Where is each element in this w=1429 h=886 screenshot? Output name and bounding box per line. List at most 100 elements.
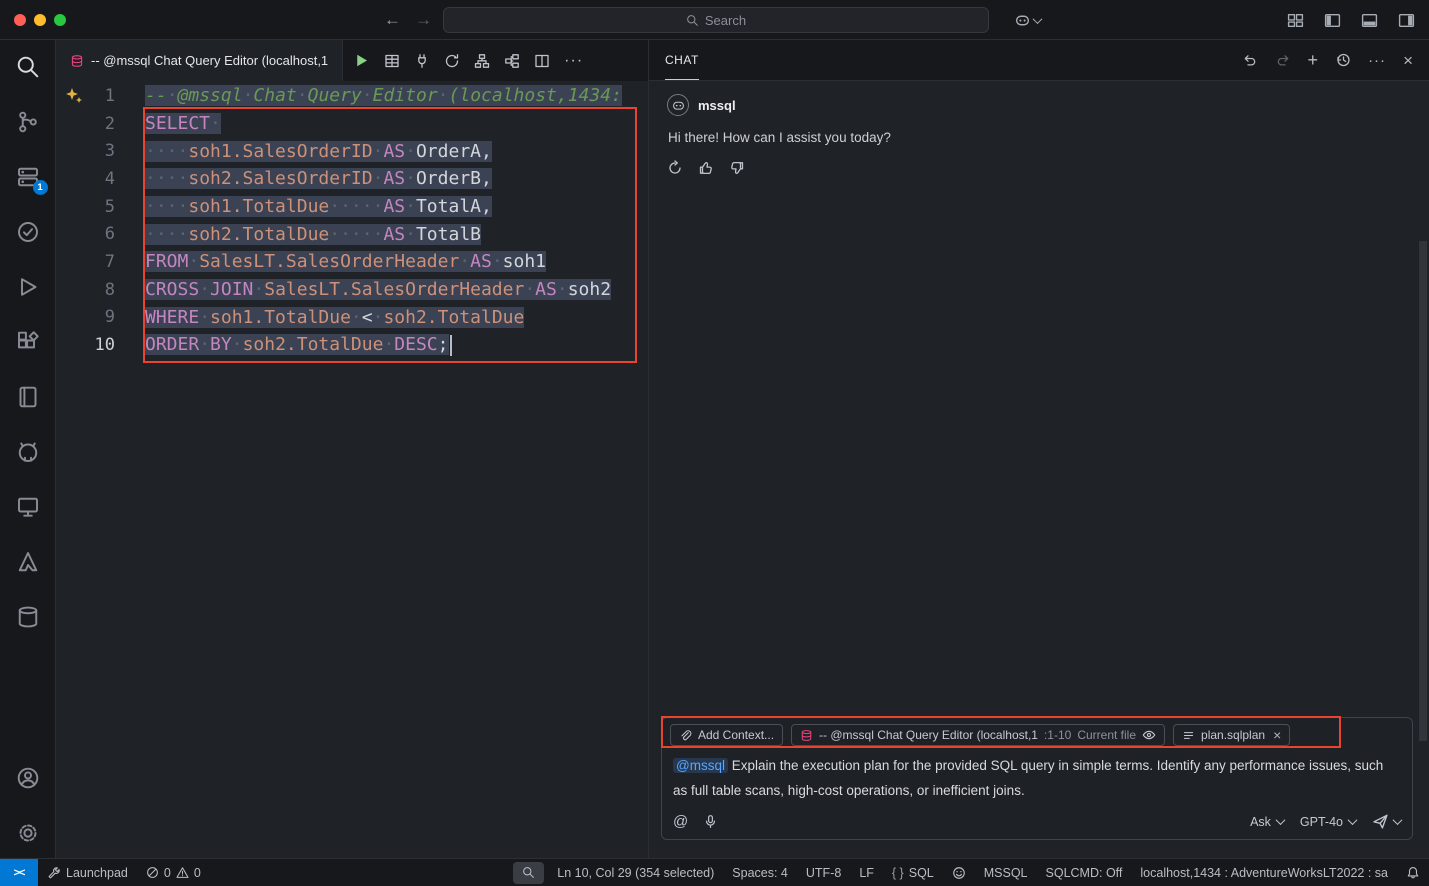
plan-file-chip[interactable]: plan.sqlplan × (1173, 724, 1290, 746)
notifications-bell-icon[interactable] (1397, 859, 1429, 886)
code-text: CROSS·JOIN·SalesLT.SalesOrderHeader·AS·s… (145, 279, 611, 300)
code-line[interactable]: 8CROSS·JOIN·SalesLT.SalesOrderHeader·AS·… (56, 276, 648, 304)
line-number: 2 (56, 114, 115, 134)
braces-icon: { } (892, 866, 904, 880)
toggle-panel-icon[interactable] (1361, 12, 1378, 29)
line-number: 10 (56, 335, 115, 355)
indentation-status-item[interactable]: Spaces: 4 (723, 859, 797, 886)
navigate-forward-icon[interactable]: → (415, 10, 432, 30)
problems-status-item[interactable]: 0 0 (137, 859, 210, 886)
split-editor-icon[interactable] (534, 53, 550, 69)
microphone-icon[interactable] (703, 814, 718, 829)
schema-designer-icon[interactable] (474, 53, 490, 69)
query-history-check-icon[interactable] (15, 219, 41, 245)
change-connection-icon[interactable] (444, 53, 460, 69)
code-line[interactable]: 1--·@mssql·Chat·Query·Editor·(localhost,… (56, 82, 648, 110)
chat-tab-bar: CHAT + ··· × (649, 40, 1429, 81)
eye-icon[interactable] (1142, 728, 1156, 742)
query-plan-icon[interactable] (504, 53, 520, 69)
more-actions-icon[interactable]: ··· (564, 52, 583, 70)
run-debug-icon[interactable] (15, 274, 41, 300)
regenerate-icon[interactable] (667, 160, 683, 176)
code-line[interactable]: 5····soh1.TotalDue·····AS·TotalA, (56, 193, 648, 221)
toggle-primary-sidebar-icon[interactable] (1324, 12, 1341, 29)
language-mode-status-item[interactable]: { } SQL (883, 859, 943, 886)
remove-attachment-icon[interactable]: × (1273, 727, 1281, 743)
copilot-icon (1014, 12, 1031, 29)
error-icon (146, 866, 159, 879)
search-sidebar-icon[interactable] (15, 54, 41, 80)
chat-scrollbar[interactable] (1419, 241, 1427, 741)
thumbs-down-icon[interactable] (729, 160, 745, 176)
code-line[interactable]: 9WHERE·soh1.TotalDue·<·soh2.TotalDue (56, 304, 648, 332)
code-editor[interactable]: 1--·@mssql·Chat·Query·Editor·(localhost,… (56, 81, 648, 858)
azure-icon[interactable] (15, 549, 41, 575)
maximize-window-button[interactable] (54, 14, 66, 26)
accounts-icon[interactable] (15, 765, 41, 791)
disconnect-plug-icon[interactable] (414, 53, 430, 69)
command-center-search[interactable]: Search (443, 7, 989, 33)
code-text: SELECT· (145, 113, 221, 134)
launchpad-status-item[interactable]: Launchpad (38, 859, 137, 886)
copilot-sparkle-icon[interactable] (64, 86, 84, 106)
thumbs-up-icon[interactable] (698, 160, 714, 176)
model-picker-dropdown[interactable]: GPT-4o (1300, 815, 1356, 829)
chat-history-icon[interactable] (1335, 52, 1351, 68)
context-file-note: Current file (1077, 728, 1136, 742)
encoding-status-item[interactable]: UTF-8 (797, 859, 850, 886)
code-line[interactable]: 3····soh1.SalesOrderID·AS·OrderA, (56, 137, 648, 165)
undo-icon[interactable] (1242, 52, 1258, 68)
eol-status-item[interactable]: LF (850, 859, 883, 886)
extensions-icon[interactable] (15, 329, 41, 355)
close-window-button[interactable] (14, 14, 26, 26)
database-connections-icon[interactable]: 1 (15, 164, 41, 190)
feedback-smiley-icon[interactable] (943, 859, 975, 886)
chat-input-textarea[interactable]: @mssql Explain the execution plan for th… (662, 750, 1412, 809)
code-line[interactable]: 2 SELECT· (56, 110, 648, 138)
chevron-down-icon (1033, 14, 1043, 24)
cursor-position-status-item[interactable]: Ln 10, Col 29 (354 selected) (548, 859, 723, 886)
code-text: ORDER·BY·soh2.TotalDue·DESC; (145, 334, 452, 356)
tab-chat[interactable]: CHAT (665, 40, 699, 80)
code-line[interactable]: 7FROM·SalesLT.SalesOrderHeader·AS·soh1 (56, 248, 648, 276)
code-line[interactable]: 10 ORDER·BY·soh2.TotalDue·DESC; (56, 331, 648, 359)
sqlcmd-status-item[interactable]: SQLCMD: Off (1037, 859, 1132, 886)
code-text: ····soh2.TotalDue·····AS·TotalB (145, 224, 481, 245)
customize-layout-icon[interactable] (1287, 12, 1304, 29)
chat-more-actions-icon[interactable]: ··· (1368, 52, 1386, 69)
mention-at-icon[interactable]: @ (673, 814, 688, 829)
title-bar: ← → Search (0, 0, 1429, 40)
context-file-range: :1-10 (1044, 728, 1071, 742)
remote-indicator[interactable]: >< (0, 859, 38, 886)
run-query-button[interactable] (353, 52, 370, 69)
minimize-window-button[interactable] (34, 14, 46, 26)
add-context-button[interactable]: Add Context... (670, 724, 783, 746)
copilot-menu-button[interactable] (1014, 0, 1041, 40)
github-icon[interactable] (15, 439, 41, 465)
send-button[interactable] (1372, 813, 1401, 830)
close-chat-icon[interactable]: × (1403, 52, 1413, 69)
code-line[interactable]: 4····soh2.SalesOrderID·AS·OrderB, (56, 165, 648, 193)
source-control-icon[interactable] (15, 109, 41, 135)
code-text: ····soh1.SalesOrderID·AS·OrderA, (145, 141, 492, 162)
mssql-status-item[interactable]: MSSQL (975, 859, 1037, 886)
toggle-secondary-sidebar-icon[interactable] (1398, 12, 1415, 29)
results-grid-icon[interactable] (384, 53, 400, 69)
remote-explorer-icon[interactable] (15, 494, 41, 520)
zoom-status-item[interactable] (513, 862, 544, 884)
settings-gear-icon[interactable] (15, 820, 41, 846)
notebook-icon[interactable] (15, 384, 41, 410)
editor-tab[interactable]: -- @mssql Chat Query Editor (localhost,1 (56, 40, 343, 81)
redo-icon[interactable] (1275, 52, 1291, 68)
message-text: Hi there! How can I assist you today? (668, 130, 1411, 145)
database-projects-icon[interactable] (15, 604, 41, 630)
chat-input-container[interactable]: Add Context... -- @mssql Chat Query Edit… (661, 717, 1413, 840)
chat-input-toolbar: @ Ask GPT-4o (662, 809, 1412, 839)
chat-mode-dropdown[interactable]: Ask (1250, 815, 1284, 829)
current-file-context-chip[interactable]: -- @mssql Chat Query Editor (localhost,1… (791, 724, 1165, 746)
new-chat-icon[interactable]: + (1308, 51, 1319, 69)
chevron-down-icon (1275, 815, 1285, 825)
connection-status-item[interactable]: localhost,1434 : AdventureWorksLT2022 : … (1131, 859, 1397, 886)
navigate-back-icon[interactable]: ← (384, 10, 401, 30)
code-line[interactable]: 6····soh2.TotalDue·····AS·TotalB (56, 220, 648, 248)
